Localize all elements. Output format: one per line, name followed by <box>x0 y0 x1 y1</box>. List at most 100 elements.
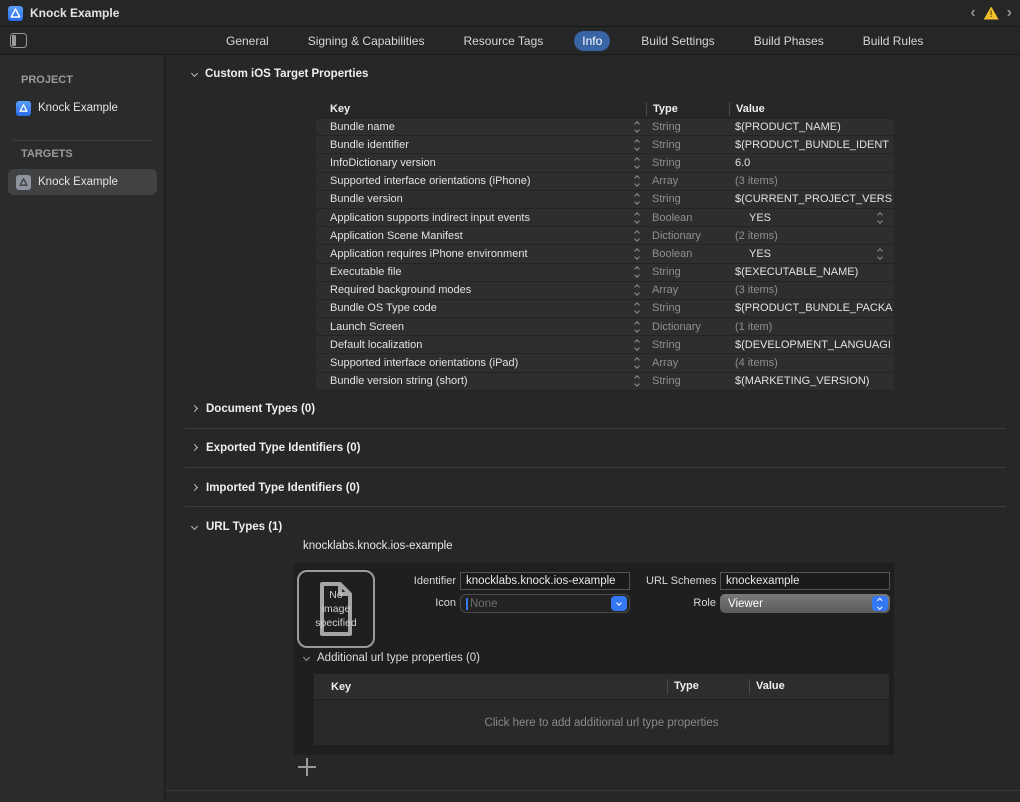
property-key-cell[interactable]: Bundle version string (short) <box>316 375 646 387</box>
property-row[interactable]: Required background modesArray(3 items) <box>316 282 894 300</box>
tab-signing-capabilities[interactable]: Signing & Capabilities <box>300 31 433 51</box>
stepper-icon[interactable] <box>635 158 639 168</box>
property-value-cell[interactable]: (2 items) <box>729 230 894 242</box>
tab-resource-tags[interactable]: Resource Tags <box>455 31 551 51</box>
popup-stepper-button[interactable] <box>872 596 888 611</box>
property-type-cell[interactable]: String <box>646 339 729 351</box>
property-value-cell[interactable]: (3 items) <box>729 175 894 187</box>
section-document-types[interactable]: Document Types (0) <box>192 403 315 415</box>
sidebar-item-project-knock-example[interactable]: Knock Example <box>8 95 157 121</box>
property-value-cell[interactable]: 6.0 <box>729 157 894 169</box>
property-row[interactable]: Default localizationString$(DEVELOPMENT_… <box>316 336 894 354</box>
property-type-cell[interactable]: Dictionary <box>646 230 729 242</box>
property-value-cell[interactable]: $(PRODUCT_BUNDLE_IDENT <box>729 139 894 151</box>
property-type-cell[interactable]: Array <box>646 284 729 296</box>
property-key-cell[interactable]: Required background modes <box>316 284 646 296</box>
stepper-icon[interactable] <box>635 303 639 313</box>
stepper-icon[interactable] <box>635 267 639 277</box>
stepper-icon[interactable] <box>635 285 639 295</box>
url-schemes-input[interactable]: knockexample <box>720 572 890 590</box>
stepper-icon[interactable] <box>635 249 639 259</box>
tab-general[interactable]: General <box>218 31 277 51</box>
additional-url-type-properties-header[interactable]: Additional url type properties (0) <box>304 652 480 664</box>
property-value-cell[interactable]: YES <box>729 212 894 224</box>
tab-info[interactable]: Info <box>574 31 610 51</box>
property-value-cell[interactable]: $(MARKETING_VERSION) <box>729 375 894 387</box>
property-type-cell[interactable]: Dictionary <box>646 321 729 333</box>
property-value-cell[interactable]: $(DEVELOPMENT_LANGUAGI <box>729 339 894 351</box>
stepper-icon[interactable] <box>635 176 639 186</box>
property-type-cell[interactable]: String <box>646 302 729 314</box>
property-key-cell[interactable]: Executable file <box>316 266 646 278</box>
stepper-icon[interactable] <box>635 358 639 368</box>
property-row[interactable]: Bundle nameString$(PRODUCT_NAME) <box>316 118 894 136</box>
property-type-cell[interactable]: String <box>646 375 729 387</box>
property-key-cell[interactable]: Bundle identifier <box>316 139 646 151</box>
stepper-icon[interactable] <box>878 249 882 259</box>
property-key-cell[interactable]: Application requires iPhone environment <box>316 248 646 260</box>
property-type-cell[interactable]: Array <box>646 175 729 187</box>
stepper-icon[interactable] <box>635 122 639 132</box>
stepper-icon[interactable] <box>878 213 882 223</box>
property-value-cell[interactable]: $(CURRENT_PROJECT_VERS <box>729 193 894 205</box>
property-key-cell[interactable]: InfoDictionary version <box>316 157 646 169</box>
stepper-icon[interactable] <box>635 322 639 332</box>
property-value-cell[interactable]: $(PRODUCT_BUNDLE_PACKA <box>729 302 894 314</box>
stepper-icon[interactable] <box>635 140 639 150</box>
stepper-icon[interactable] <box>635 376 639 386</box>
property-row[interactable]: Bundle versionString$(CURRENT_PROJECT_VE… <box>316 191 894 209</box>
add-url-type-button[interactable] <box>298 758 316 776</box>
property-value-cell[interactable]: $(EXECUTABLE_NAME) <box>729 266 894 278</box>
tab-build-settings[interactable]: Build Settings <box>633 31 722 51</box>
property-key-cell[interactable]: Launch Screen <box>316 321 646 333</box>
property-key-cell[interactable]: Supported interface orientations (iPad) <box>316 357 646 369</box>
identifier-input[interactable]: knocklabs.knock.ios-example <box>460 572 630 590</box>
role-popup-button[interactable]: Viewer <box>720 594 890 613</box>
property-value-cell[interactable]: (4 items) <box>729 357 894 369</box>
property-value-cell[interactable]: $(PRODUCT_NAME) <box>729 121 894 133</box>
url-type-image-well[interactable]: Noimagespecified <box>297 570 375 648</box>
property-key-cell[interactable]: Supported interface orientations (iPhone… <box>316 175 646 187</box>
section-imported-type-identifiers[interactable]: Imported Type Identifiers (0) <box>192 482 360 494</box>
stepper-icon[interactable] <box>635 340 639 350</box>
property-row[interactable]: Application supports indirect input even… <box>316 209 894 227</box>
property-row[interactable]: Executable fileString$(EXECUTABLE_NAME) <box>316 264 894 282</box>
property-key-cell[interactable]: Application Scene Manifest <box>316 230 646 242</box>
property-type-cell[interactable]: String <box>646 157 729 169</box>
property-row[interactable]: Application Scene ManifestDictionary(2 i… <box>316 227 894 245</box>
section-custom-ios-target-properties[interactable]: Custom iOS Target Properties <box>192 68 368 80</box>
property-row[interactable]: Launch ScreenDictionary(1 item) <box>316 318 894 336</box>
add-additional-properties-area[interactable]: Click here to add additional url type pr… <box>314 699 889 745</box>
property-key-cell[interactable]: Bundle name <box>316 121 646 133</box>
combo-dropdown-button[interactable] <box>611 596 627 611</box>
property-row[interactable]: Supported interface orientations (iPad)A… <box>316 354 894 372</box>
property-type-cell[interactable]: String <box>646 139 729 151</box>
property-type-cell[interactable]: String <box>646 193 729 205</box>
stepper-icon[interactable] <box>635 231 639 241</box>
property-row[interactable]: Application requires iPhone environmentB… <box>316 245 894 263</box>
property-key-cell[interactable]: Bundle OS Type code <box>316 302 646 314</box>
section-url-types[interactable]: URL Types (1) <box>192 521 282 533</box>
forward-chevron-icon[interactable]: › <box>1007 5 1012 21</box>
property-type-cell[interactable]: Boolean <box>646 248 729 260</box>
warning-triangle-icon[interactable]: ! <box>984 7 999 20</box>
sidebar-toggle-icon[interactable] <box>10 33 27 48</box>
stepper-icon[interactable] <box>635 213 639 223</box>
property-key-cell[interactable]: Bundle version <box>316 193 646 205</box>
property-row[interactable]: InfoDictionary versionString6.0 <box>316 154 894 172</box>
property-key-cell[interactable]: Application supports indirect input even… <box>316 212 646 224</box>
property-row[interactable]: Bundle identifierString$(PRODUCT_BUNDLE_… <box>316 136 894 154</box>
property-key-cell[interactable]: Default localization <box>316 339 646 351</box>
property-value-cell[interactable]: (1 item) <box>729 321 894 333</box>
property-row[interactable]: Bundle version string (short)String$(MAR… <box>316 373 894 391</box>
back-chevron-icon[interactable]: ‹ <box>970 5 975 21</box>
tab-build-phases[interactable]: Build Phases <box>746 31 832 51</box>
property-row[interactable]: Bundle OS Type codeString$(PRODUCT_BUNDL… <box>316 300 894 318</box>
property-type-cell[interactable]: String <box>646 266 729 278</box>
icon-combobox[interactable]: None <box>460 594 630 613</box>
property-value-cell[interactable]: (3 items) <box>729 284 894 296</box>
stepper-icon[interactable] <box>635 194 639 204</box>
sidebar-item-target-knock-example[interactable]: Knock Example <box>8 169 157 195</box>
property-type-cell[interactable]: Boolean <box>646 212 729 224</box>
property-row[interactable]: Supported interface orientations (iPhone… <box>316 173 894 191</box>
